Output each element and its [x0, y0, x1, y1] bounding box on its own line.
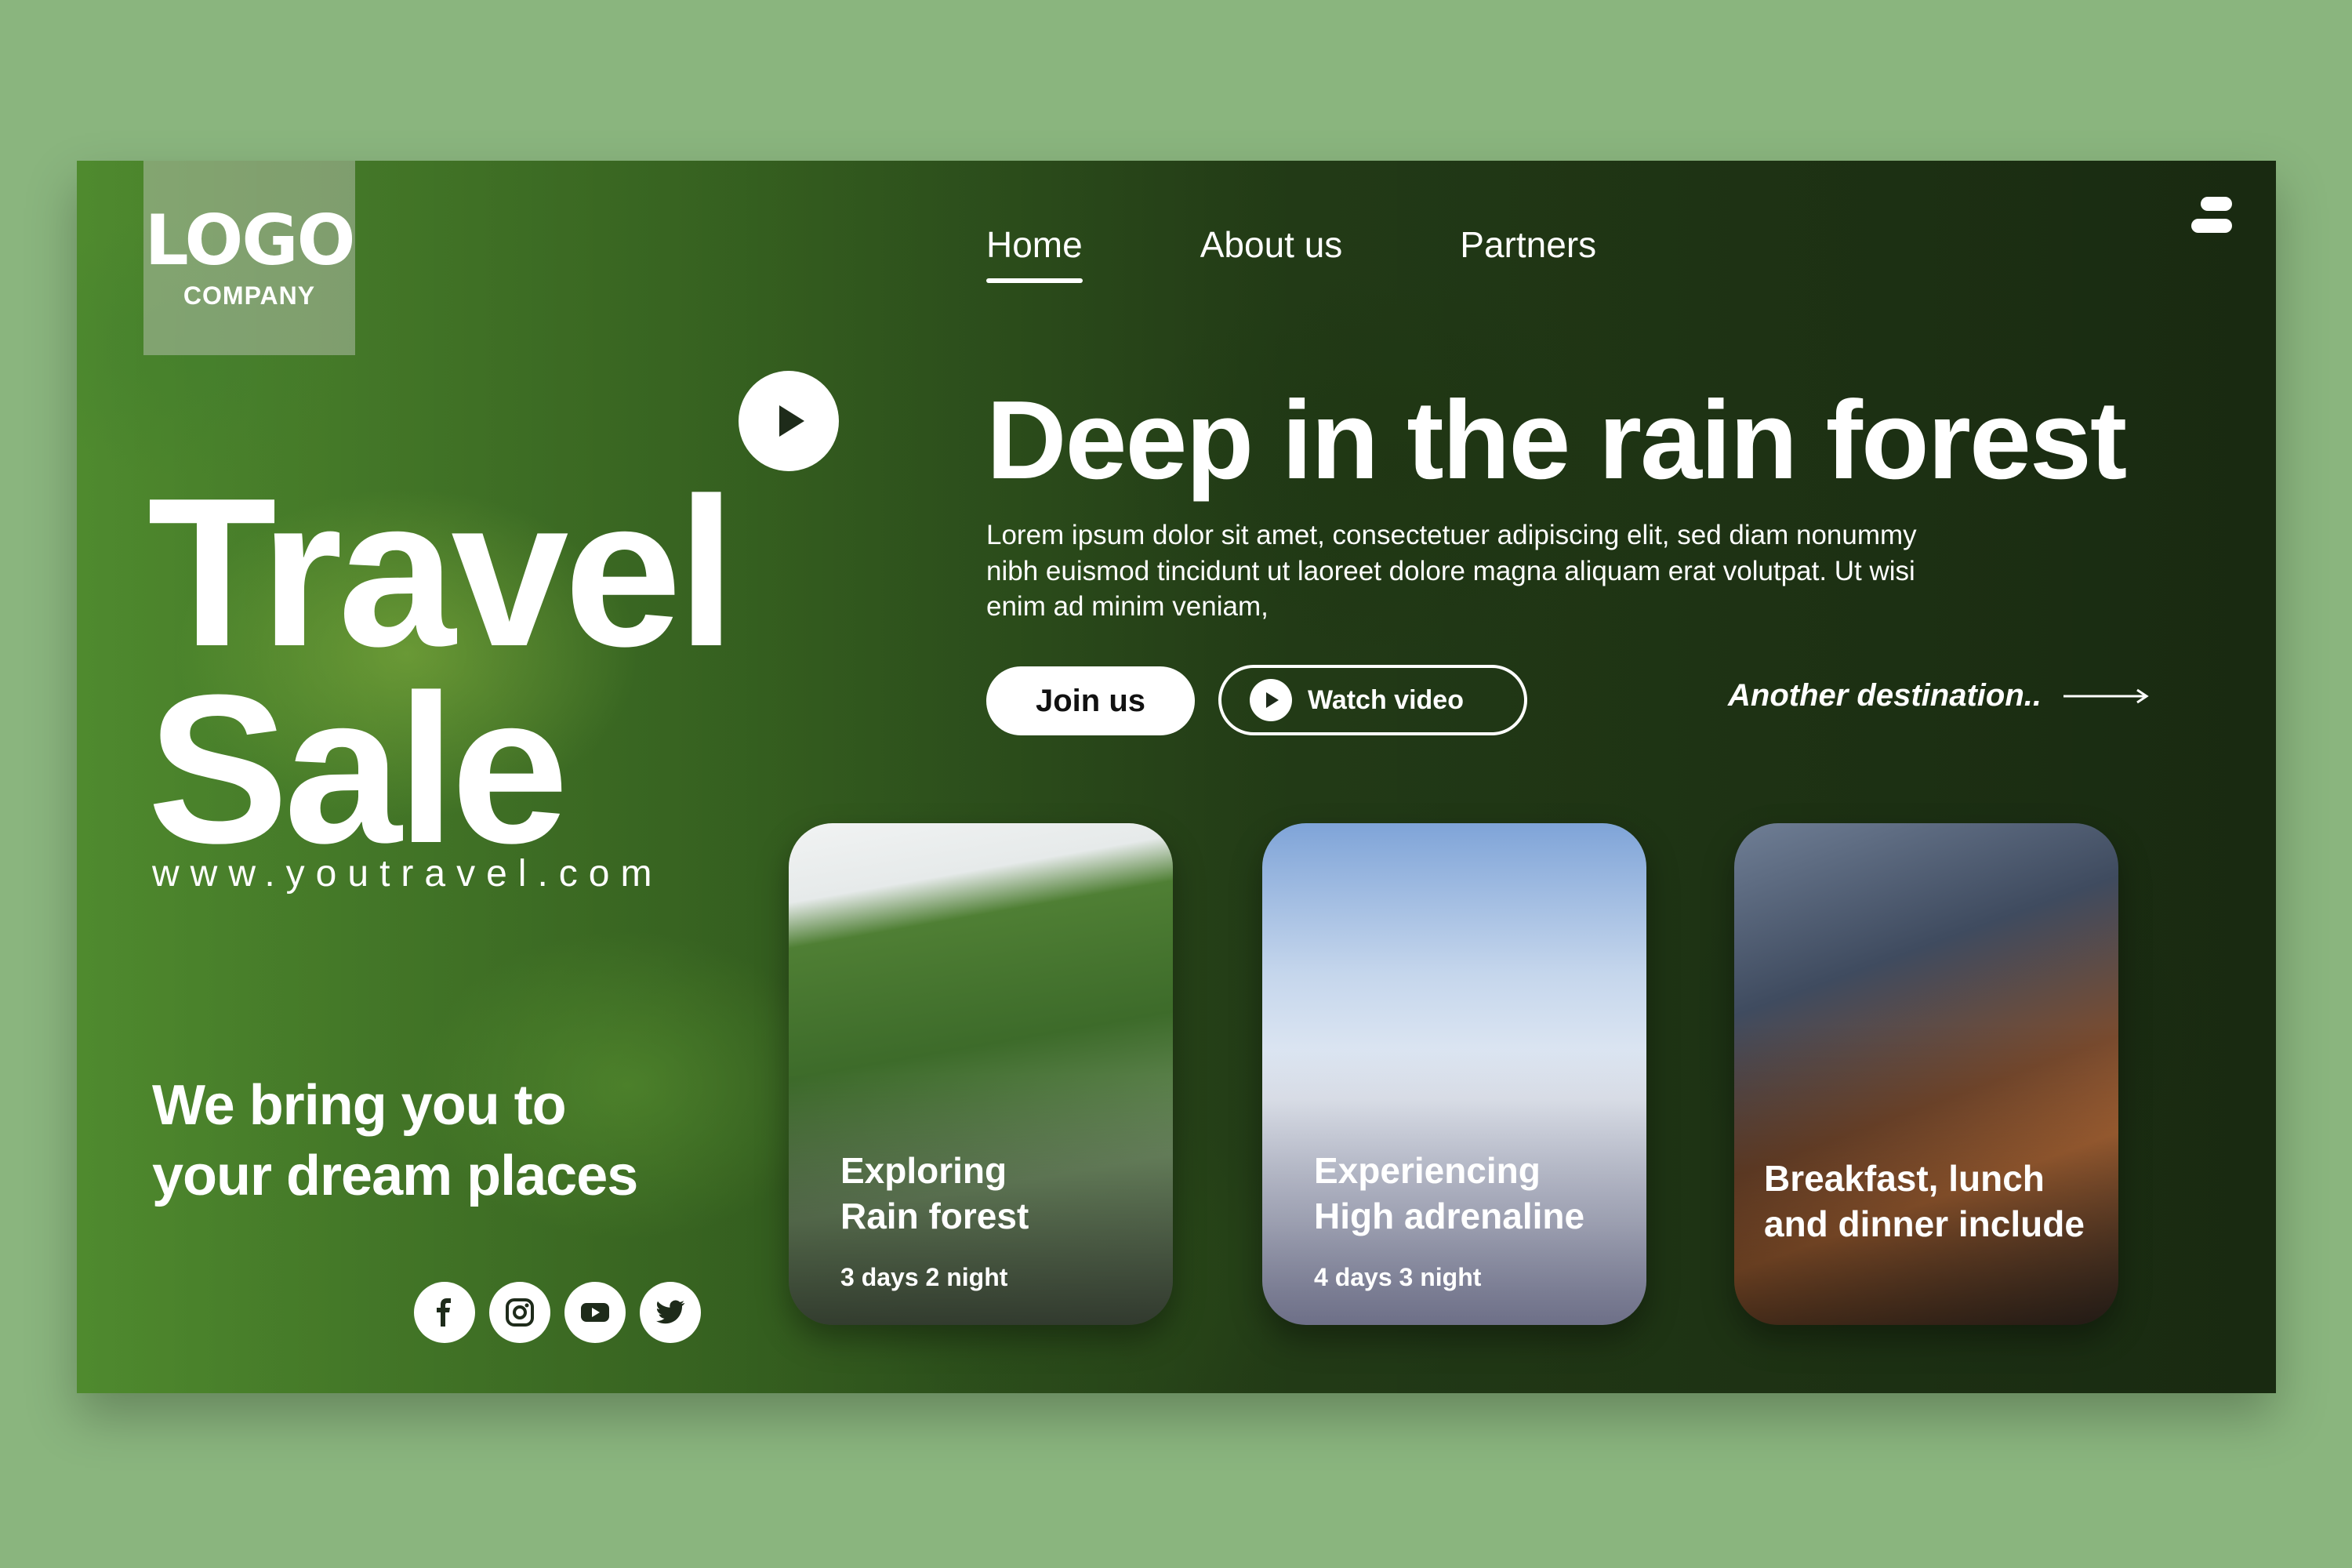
- nav-home[interactable]: Home: [986, 223, 1083, 283]
- social-links: [414, 1282, 701, 1343]
- nav-about-us[interactable]: About us: [1200, 223, 1343, 266]
- instagram-icon[interactable]: [489, 1282, 550, 1343]
- logo-text: LOGO: [144, 199, 356, 281]
- card-title-line-2: and dinner include: [1764, 1203, 2085, 1244]
- arrow-right-icon: [2063, 688, 2149, 703]
- card-title-line-2: Rain forest: [840, 1195, 1029, 1236]
- company-logo[interactable]: LOGO COMPANY: [143, 161, 355, 355]
- title-travel: Travel: [147, 455, 736, 691]
- card-rain-forest[interactable]: Exploring Rain forest 3 days 2 night: [789, 823, 1173, 1325]
- card-duration: 3 days 2 night: [840, 1263, 1008, 1291]
- travel-sale-title: Travel Sale: [147, 455, 736, 888]
- card-meals-included[interactable]: Breakfast, lunch and dinner include: [1734, 823, 2118, 1325]
- menu-icon[interactable]: [2191, 197, 2232, 241]
- card-high-adrenaline[interactable]: Experiencing High adrenaline 4 days 3 ni…: [1262, 823, 1646, 1325]
- card-title: Exploring Rain forest: [840, 1149, 1029, 1239]
- twitter-icon[interactable]: [640, 1282, 701, 1343]
- youtube-icon[interactable]: [564, 1282, 626, 1343]
- tagline-line-1: We bring you to: [152, 1074, 567, 1137]
- play-icon: [1250, 679, 1292, 721]
- website-url: www.youtravel.com: [152, 853, 663, 895]
- another-destination-label: Another destination..: [1728, 678, 2042, 713]
- card-title-line-1: Experiencing: [1314, 1150, 1541, 1191]
- main-nav: Home About us Partners: [986, 223, 1596, 283]
- card-title-line-1: Exploring: [840, 1150, 1007, 1191]
- logo-subtext: COMPANY: [183, 281, 316, 310]
- card-title: Breakfast, lunch and dinner include: [1764, 1156, 2085, 1247]
- card-title-line-2: High adrenaline: [1314, 1195, 1585, 1236]
- watch-video-button[interactable]: Watch video: [1218, 665, 1527, 735]
- title-sale: Sale: [147, 652, 568, 888]
- card-duration: 4 days 3 night: [1314, 1263, 1482, 1291]
- facebook-icon[interactable]: [414, 1282, 475, 1343]
- join-us-button[interactable]: Join us: [986, 666, 1195, 735]
- hero-headline: Deep in the rain forest: [986, 378, 2127, 503]
- card-title-line-1: Breakfast, lunch: [1764, 1158, 2045, 1199]
- watch-video-label: Watch video: [1308, 684, 1464, 715]
- play-icon: [779, 405, 804, 437]
- hero-description: Lorem ipsum dolor sit amet, consectetuer…: [986, 520, 1917, 622]
- tagline-line-2: your dream places: [152, 1145, 638, 1207]
- landing-page: LOGO COMPANY Home About us Partners Trav…: [77, 161, 2276, 1393]
- tagline: We bring you to your dream places: [152, 1070, 638, 1211]
- another-destination-link[interactable]: Another destination..: [1728, 678, 2150, 713]
- play-video-button[interactable]: [739, 371, 839, 471]
- nav-partners[interactable]: Partners: [1460, 223, 1596, 266]
- card-title: Experiencing High adrenaline: [1314, 1149, 1584, 1239]
